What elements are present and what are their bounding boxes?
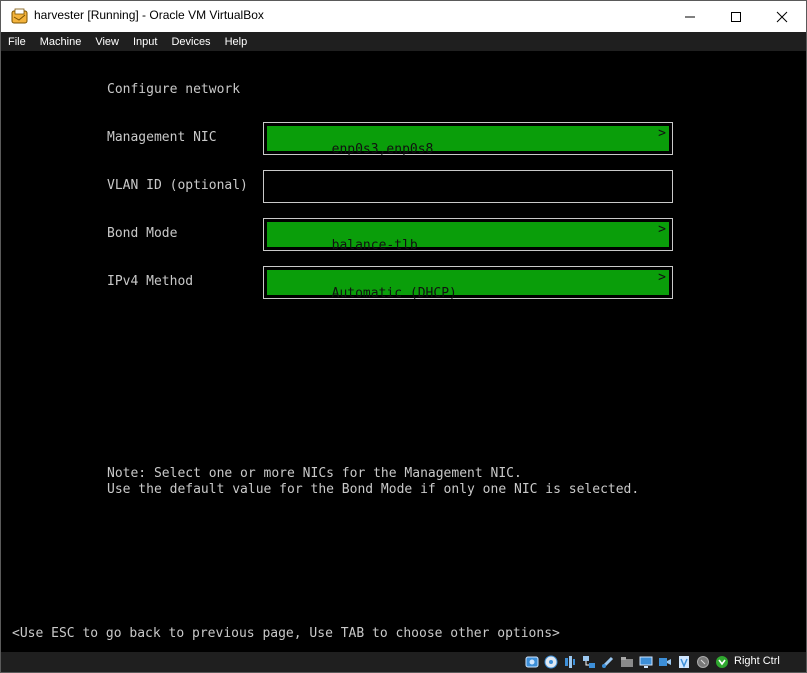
display-icon[interactable] <box>638 654 654 670</box>
page-title: Configure network <box>107 82 241 97</box>
management-nic-label: Management NIC <box>107 130 217 145</box>
cpu-icon[interactable] <box>676 654 692 670</box>
minimize-button[interactable] <box>667 1 713 32</box>
vlan-id-label: VLAN ID (optional) <box>107 178 248 193</box>
shared-folders-icon[interactable] <box>619 654 635 670</box>
mouse-integration-icon[interactable] <box>695 654 711 670</box>
chevron-right-icon: > <box>658 222 666 237</box>
menu-machine[interactable]: Machine <box>40 36 82 48</box>
status-bar: Right Ctrl <box>1 652 806 672</box>
menu-help[interactable]: Help <box>225 36 248 48</box>
audio-icon[interactable] <box>562 654 578 670</box>
ipv4-method-select[interactable]: Automatic (DHCP) > <box>263 266 673 301</box>
virtualbox-app-icon <box>11 8 28 24</box>
bond-mode-label: Bond Mode <box>107 226 178 241</box>
navigation-hint: <Use ESC to go back to previous page, Us… <box>12 626 560 641</box>
bond-mode-value: balance-tlb <box>331 238 418 253</box>
status-icons <box>524 654 730 670</box>
management-nic-value: enp0s3,enp0s8 <box>331 142 434 157</box>
host-key-arrow-icon <box>714 654 730 670</box>
virtualbox-window: harvester [Running] - Oracle VM VirtualB… <box>0 0 807 673</box>
maximize-button[interactable] <box>713 1 759 32</box>
ipv4-method-label: IPv4 Method <box>107 274 194 289</box>
menu-file[interactable]: File <box>8 36 26 48</box>
vlan-id-input[interactable] <box>263 170 673 203</box>
bond-mode-value-bar: balance-tlb > <box>267 222 669 253</box>
menu-input[interactable]: Input <box>133 36 157 48</box>
vm-console[interactable]: Configure network Management NIC enp0s3,… <box>1 51 806 652</box>
bond-mode-select[interactable]: balance-tlb > <box>263 218 673 253</box>
close-icon <box>776 11 788 22</box>
usb-icon[interactable] <box>600 654 616 670</box>
menu-devices[interactable]: Devices <box>171 36 210 48</box>
recording-icon[interactable] <box>657 654 673 670</box>
ipv4-method-value-bar: Automatic (DHCP) > <box>267 270 669 301</box>
management-nic-select[interactable]: enp0s3,enp0s8 > <box>263 122 673 157</box>
hard-disk-icon[interactable] <box>524 654 540 670</box>
network-icon[interactable] <box>581 654 597 670</box>
maximize-icon <box>731 11 741 22</box>
optical-drive-icon[interactable] <box>543 654 559 670</box>
menu-view[interactable]: View <box>95 36 119 48</box>
host-key-label: Right Ctrl <box>734 655 780 667</box>
management-nic-value-bar: enp0s3,enp0s8 > <box>267 126 669 157</box>
close-button[interactable] <box>759 1 805 32</box>
window-title: harvester [Running] - Oracle VM VirtualB… <box>34 8 264 22</box>
minimize-icon <box>685 16 695 17</box>
chevron-right-icon: > <box>658 126 666 141</box>
chevron-right-icon: > <box>658 270 666 285</box>
vlan-id-value <box>267 174 669 199</box>
ipv4-method-value: Automatic (DHCP) <box>331 286 457 301</box>
menu-bar: File Machine View Input Devices Help <box>1 32 806 51</box>
note-line-2: Use the default value for the Bond Mode … <box>107 482 640 497</box>
title-bar[interactable]: harvester [Running] - Oracle VM VirtualB… <box>1 1 806 32</box>
note-line-1: Note: Select one or more NICs for the Ma… <box>107 466 522 481</box>
